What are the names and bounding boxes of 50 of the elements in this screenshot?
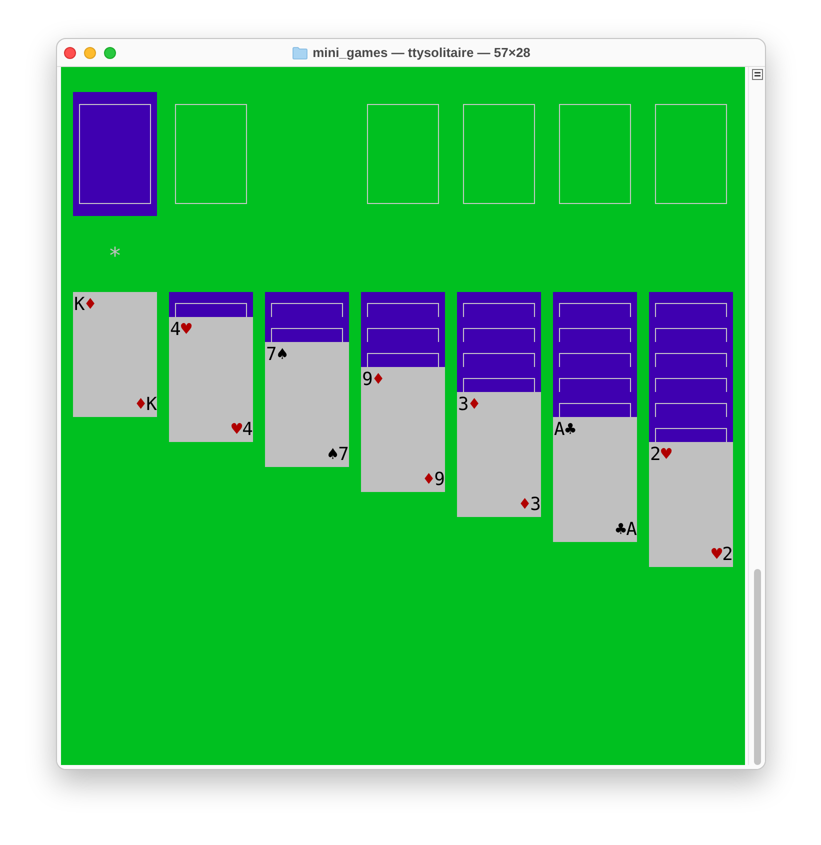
- suit-symbol: ♥: [660, 443, 672, 467]
- playing-card[interactable]: K♦ ♦K: [73, 292, 157, 417]
- playing-card[interactable]: 9♦ ♦9: [361, 367, 445, 492]
- card-rank: K: [74, 293, 85, 317]
- empty-slot[interactable]: [175, 104, 247, 204]
- card-rank: 2: [650, 443, 661, 467]
- card-rank: 4: [242, 418, 253, 442]
- suit-symbol: ♠: [276, 343, 288, 367]
- suit-symbol: ♦: [135, 393, 146, 417]
- card-rank: K: [146, 393, 157, 417]
- suit-symbol: ♦: [423, 468, 434, 492]
- scrollbar[interactable]: [748, 67, 765, 765]
- suit-symbol: ♦: [372, 368, 384, 392]
- close-button[interactable]: [64, 46, 76, 58]
- empty-slot[interactable]: [559, 104, 631, 204]
- menu-icon[interactable]: [752, 69, 762, 80]
- cursor-mark: *: [108, 244, 122, 269]
- card-rank: A: [626, 518, 637, 542]
- card-rank: 7: [266, 343, 277, 367]
- zoom-button[interactable]: [104, 46, 116, 58]
- empty-slot[interactable]: [463, 104, 535, 204]
- suit-symbol: ♦: [468, 393, 480, 417]
- suit-symbol: ♠: [327, 443, 338, 467]
- card-deck[interactable]: [73, 92, 157, 216]
- playing-card[interactable]: 4♥ ♥4: [169, 317, 253, 442]
- empty-slot[interactable]: [655, 104, 727, 204]
- suit-symbol: ♣: [615, 518, 626, 542]
- window-title: mini_games — ttysolitaire — 57×28: [312, 45, 530, 60]
- card-rank: 4: [170, 318, 181, 342]
- folder-icon: [292, 46, 308, 60]
- suit-symbol: ♦: [519, 493, 530, 517]
- suit-symbol: ♣: [564, 418, 576, 442]
- suit-symbol: ♦: [84, 293, 96, 317]
- suit-symbol: ♥: [711, 543, 722, 567]
- card-rank: 9: [362, 368, 373, 392]
- playing-card[interactable]: A♣ ♣A: [553, 417, 637, 542]
- suit-symbol: ♥: [180, 318, 192, 342]
- card-rank: 2: [722, 543, 733, 567]
- empty-slot[interactable]: [367, 104, 439, 204]
- scrollbar-thumb[interactable]: [754, 569, 760, 765]
- card-rank: 7: [338, 443, 349, 467]
- card-rank: 9: [434, 468, 445, 492]
- playing-card[interactable]: 2♥ ♥2: [649, 442, 733, 567]
- playing-card[interactable]: 7♠ ♠7: [265, 342, 349, 467]
- card-rank: A: [554, 418, 565, 442]
- playing-card[interactable]: 3♦ ♦3: [457, 392, 541, 517]
- card-rank: 3: [458, 393, 469, 417]
- card-rank: 3: [530, 493, 541, 517]
- minimize-button[interactable]: [84, 46, 96, 58]
- suit-symbol: ♥: [231, 418, 242, 442]
